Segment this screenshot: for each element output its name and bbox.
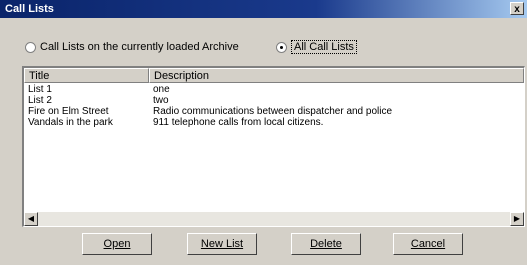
cancel-button[interactable]: Cancel [393, 233, 463, 255]
radio-all-call-lists-label: All Call Lists [291, 40, 357, 54]
filter-options: Call Lists on the currently loaded Archi… [0, 39, 527, 55]
open-button-label: Open [103, 238, 131, 250]
list-item[interactable]: List 1 one [24, 84, 524, 95]
list-item-title: Fire on Elm Street [28, 106, 109, 117]
list-header: Title Description [24, 68, 524, 83]
delete-button-label: Delete [310, 238, 342, 250]
list-rows: List 1 one List 2 two Fire on Elm Street… [24, 84, 524, 128]
list-item-description: 911 telephone calls from local citizens. [153, 117, 324, 128]
list-item-title: List 2 [28, 95, 52, 106]
radio-loaded-archive[interactable]: Call Lists on the currently loaded Archi… [25, 39, 239, 55]
list-item-description: two [153, 95, 169, 106]
new-list-button-label: New List [200, 238, 244, 250]
scroll-right-icon[interactable]: ▶ [510, 212, 524, 226]
list-item[interactable]: List 2 two [24, 95, 524, 106]
list-item-description: one [153, 84, 170, 95]
radio-all-call-lists-dot[interactable] [276, 41, 287, 53]
open-button[interactable]: Open [82, 233, 152, 255]
radio-loaded-archive-dot[interactable] [25, 41, 36, 53]
horizontal-scrollbar[interactable]: ◀ ▶ [24, 212, 524, 226]
list-item-title: Vandals in the park [28, 117, 113, 128]
scroll-left-icon[interactable]: ◀ [24, 212, 38, 226]
delete-button[interactable]: Delete [291, 233, 361, 255]
list-item[interactable]: Fire on Elm Street Radio communications … [24, 106, 524, 117]
radio-loaded-archive-label: Call Lists on the currently loaded Archi… [40, 41, 239, 53]
window-title: Call Lists [5, 3, 54, 15]
new-list-button[interactable]: New List [187, 233, 257, 255]
cancel-button-label: Cancel [410, 238, 446, 250]
list-item-title: List 1 [28, 84, 52, 95]
column-header-description[interactable]: Description [149, 68, 524, 83]
column-header-title[interactable]: Title [24, 68, 149, 83]
title-bar[interactable]: Call Lists x [0, 0, 527, 18]
radio-all-call-lists[interactable]: All Call Lists [276, 39, 357, 55]
list-item[interactable]: Vandals in the park 911 telephone calls … [24, 117, 524, 128]
list-item-description: Radio communications between dispatcher … [153, 106, 393, 117]
close-icon[interactable]: x [510, 2, 524, 15]
call-lists-listview[interactable]: Title Description List 1 one List 2 two … [22, 66, 525, 227]
